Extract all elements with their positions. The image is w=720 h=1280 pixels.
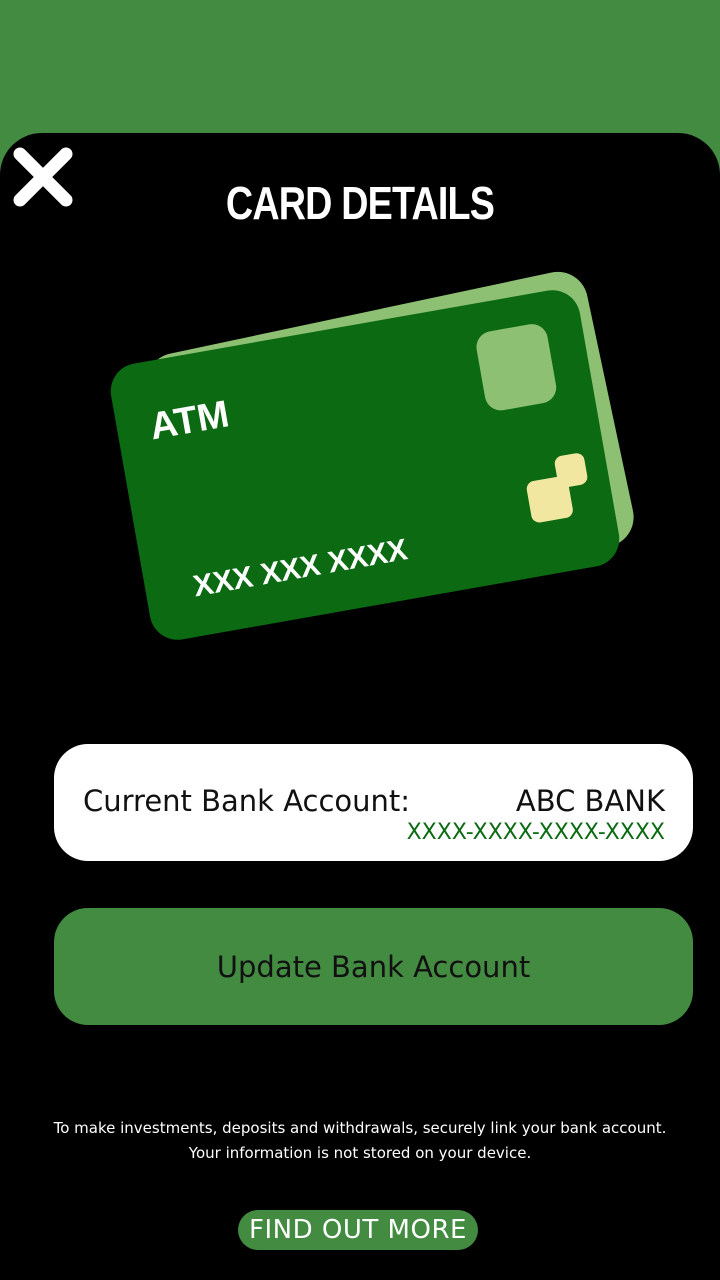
bank-name: ABC BANK [515,784,665,818]
current-account-panel: Current Bank Account: ABC BANK XXXX-XXXX… [54,744,693,861]
card-front: ATM XXX XXX XXXX [110,290,620,640]
atm-card-illustration: ATM XXX XXX XXXX [110,271,634,640]
find-out-more-button[interactable]: FIND OUT MORE [238,1210,478,1250]
card-chip-square [476,324,557,411]
current-account-label: Current Bank Account: [83,784,411,818]
update-bank-account-label: Update Bank Account [216,949,531,984]
info-text: To make investments, deposits and withdr… [0,1116,720,1166]
account-number: XXXX-XXXX-XXXX-XXXX [406,820,665,845]
info-line-1: To make investments, deposits and withdr… [53,1119,667,1137]
find-out-more-label: FIND OUT MORE [249,1215,467,1245]
top-background [0,0,720,140]
info-line-2: Your information is not stored on your d… [188,1144,532,1162]
update-bank-account-button[interactable]: Update Bank Account [54,908,693,1025]
page-title: CARD DETAILS [225,177,495,229]
